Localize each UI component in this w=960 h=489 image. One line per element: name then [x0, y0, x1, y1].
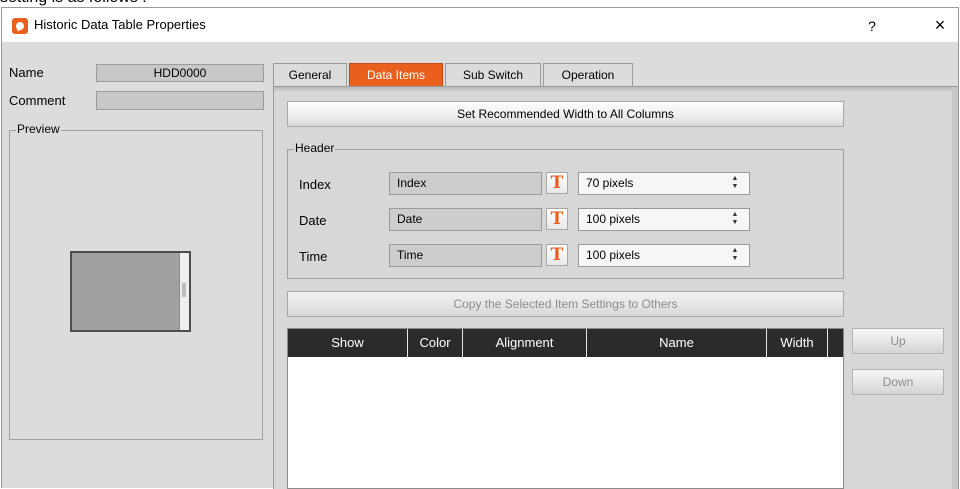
- app-icon: [12, 18, 28, 34]
- text-style-icon[interactable]: T: [546, 208, 568, 230]
- header-index-width-spinner[interactable]: 70 pixels ▲ ▼: [578, 172, 750, 195]
- comment-field[interactable]: [96, 91, 264, 110]
- spinner-arrows-icon[interactable]: ▲ ▼: [731, 211, 739, 227]
- header-date-width-spinner[interactable]: 100 pixels ▲ ▼: [578, 208, 750, 231]
- preview-scroll-thumb: [182, 283, 186, 297]
- panel-top-strip: [274, 87, 958, 92]
- spinner-arrows-icon[interactable]: ▲ ▼: [731, 175, 739, 191]
- header-date-input[interactable]: Date: [389, 208, 542, 231]
- properties-dialog: Historic Data Table Properties ? × Name …: [1, 7, 959, 489]
- close-button[interactable]: ×: [928, 14, 952, 36]
- window-title: Historic Data Table Properties: [34, 17, 206, 32]
- column-header-color[interactable]: Color: [408, 329, 463, 357]
- set-recommended-width-button[interactable]: Set Recommended Width to All Columns: [287, 101, 844, 127]
- column-header-alignment[interactable]: Alignment: [463, 329, 587, 357]
- text-style-icon[interactable]: T: [546, 172, 568, 194]
- tab-operation[interactable]: Operation: [543, 63, 633, 86]
- tab-sub-switch[interactable]: Sub Switch: [445, 63, 541, 86]
- header-time-input[interactable]: Time: [389, 244, 542, 267]
- tab-data-items[interactable]: Data Items: [349, 63, 443, 87]
- name-label: Name: [9, 65, 44, 80]
- name-field[interactable]: HDD0000: [96, 64, 264, 82]
- header-date-label: Date: [299, 213, 327, 228]
- column-header-width[interactable]: Width: [767, 329, 828, 357]
- up-button[interactable]: Up: [852, 328, 944, 354]
- header-time-label: Time: [299, 249, 328, 264]
- comment-label: Comment: [9, 93, 66, 108]
- preview-label: Preview: [16, 122, 61, 136]
- preview-image: [70, 251, 191, 332]
- header-index-label: Index: [299, 177, 331, 192]
- column-header-name[interactable]: Name: [587, 329, 767, 357]
- tab-general[interactable]: General: [273, 63, 347, 86]
- text-style-icon[interactable]: T: [546, 244, 568, 266]
- data-items-table[interactable]: Show Color Alignment Name Width: [287, 328, 844, 489]
- spinner-arrows-icon[interactable]: ▲ ▼: [731, 247, 739, 263]
- copy-settings-button[interactable]: Copy the Selected Item Settings to Other…: [287, 291, 844, 317]
- table-header: Show Color Alignment Name Width: [288, 329, 843, 357]
- header-group-title: Header: [294, 141, 336, 155]
- help-button[interactable]: ?: [860, 15, 884, 37]
- header-index-width-value: 70 pixels: [586, 176, 634, 190]
- down-button[interactable]: Down: [852, 369, 944, 395]
- column-header-show[interactable]: Show: [288, 329, 408, 357]
- panel-right-edge: [952, 87, 958, 489]
- header-time-width-spinner[interactable]: 100 pixels ▲ ▼: [578, 244, 750, 267]
- header-date-width-value: 100 pixels: [586, 212, 641, 226]
- preview-scrollbar: [179, 253, 189, 330]
- header-time-width-value: 100 pixels: [586, 248, 641, 262]
- title-bar: Historic Data Table Properties ? ×: [2, 8, 958, 42]
- preview-group: Preview: [9, 122, 263, 440]
- header-index-input[interactable]: Index: [389, 172, 542, 195]
